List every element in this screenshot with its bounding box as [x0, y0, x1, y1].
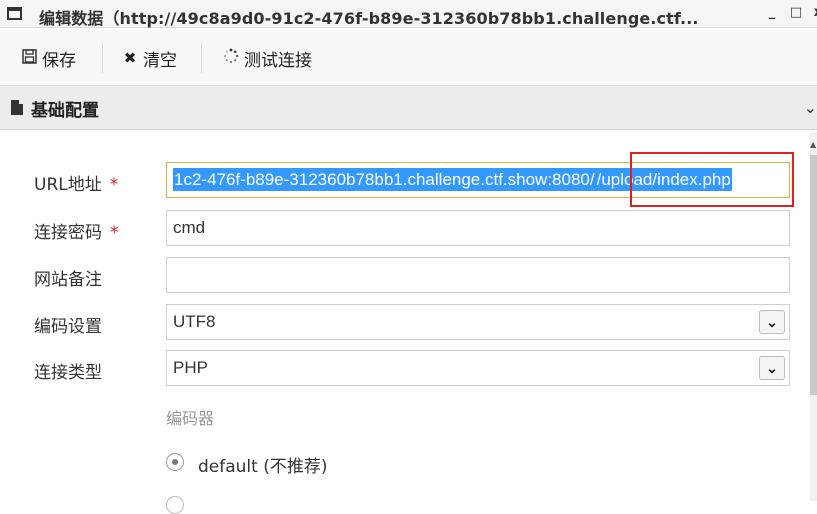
section-title: 基础配置 — [31, 101, 99, 121]
url-label: URL地址 * — [34, 170, 118, 195]
toolbar: 保存 ✖ 清空 测试连接 — [0, 30, 817, 86]
password-label: 连接密码 * — [34, 218, 119, 243]
note-input[interactable] — [166, 257, 790, 293]
type-value: PHP — [173, 358, 208, 377]
test-connection-button[interactable]: 测试连接 — [222, 44, 312, 72]
save-button[interactable]: 保存 — [20, 44, 76, 72]
chevron-down-icon[interactable]: ⌄ — [759, 356, 785, 380]
toolbar-divider — [201, 43, 202, 73]
clear-button[interactable]: ✖ 清空 — [121, 44, 177, 72]
close-button[interactable]: x — [810, 4, 817, 22]
chevron-down-icon[interactable]: ⌄ — [759, 310, 785, 334]
encoding-label: 编码设置 — [34, 317, 102, 337]
minimize-button[interactable]: _ — [764, 4, 780, 22]
window-title: 编辑数据（http://49c8a9d0-91c2-476f-b89e-3123… — [39, 9, 699, 28]
encoding-select[interactable]: UTF8 ⌄ — [166, 304, 790, 340]
password-label-text: 连接密码 — [34, 223, 102, 243]
test-connection-label: 测试连接 — [244, 50, 312, 71]
encoder-label: 编码器 — [166, 409, 215, 428]
window-icon — [7, 7, 22, 20]
clear-label: 清空 — [143, 50, 177, 71]
type-label: 连接类型 — [34, 363, 102, 383]
radio-next[interactable] — [166, 496, 184, 514]
encoding-value: UTF8 — [173, 312, 216, 331]
required-mark: * — [110, 223, 119, 243]
required-mark: * — [109, 175, 119, 195]
maximize-button[interactable]: □ — [788, 4, 804, 22]
radio-default[interactable] — [166, 453, 184, 471]
spinner-icon — [222, 48, 240, 68]
document-icon — [11, 100, 23, 115]
save-label: 保存 — [42, 50, 76, 71]
password-input[interactable]: cmd — [166, 210, 790, 246]
url-label-text: URL地址 — [34, 175, 102, 195]
scrollbar-thumb[interactable] — [810, 155, 817, 395]
toolbar-divider — [102, 43, 103, 73]
scroll-up-arrow[interactable]: ▲ — [810, 140, 817, 150]
title-bar: 编辑数据（http://49c8a9d0-91c2-476f-b89e-3123… — [0, 0, 817, 28]
radio-default-label: default (不推荐) — [198, 457, 328, 477]
chevron-down-icon[interactable]: ⌄ — [804, 98, 817, 117]
type-select[interactable]: PHP ⌄ — [166, 350, 790, 386]
save-icon — [20, 48, 38, 68]
x-icon: ✖ — [123, 49, 137, 67]
note-label: 网站备注 — [34, 270, 102, 290]
annotation-highlight-box — [630, 152, 794, 207]
url-value-selected: 1c2-476f-b89e-312360b78bb1.challenge.ctf… — [173, 168, 596, 191]
section-header[interactable]: 基础配置 ⌄ — [0, 86, 817, 130]
